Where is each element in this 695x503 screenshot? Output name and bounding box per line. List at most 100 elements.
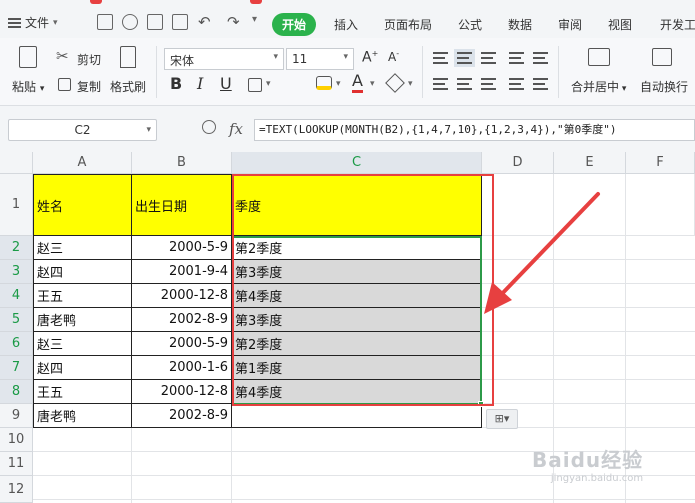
zoom-icon[interactable] [202,120,216,134]
wrap-text-icon[interactable] [652,48,672,66]
align-middle-icon[interactable] [454,49,475,67]
cell-b8[interactable]: 2000-12-8 [132,380,232,404]
wrap-text-button[interactable]: 自动换行 [640,78,688,95]
tab-formulas[interactable]: 公式 [458,16,482,33]
bold-button[interactable]: B [170,74,182,93]
chevron-down-icon[interactable]: ▾ [266,79,271,89]
file-menu[interactable]: 文件 ▾ [8,14,58,31]
chevron-down-icon[interactable]: ▾ [370,79,375,89]
cell-a6[interactable]: 赵三 [33,332,132,356]
tab-home[interactable]: 开始 [272,13,317,36]
font-color-button[interactable]: A [352,72,363,93]
share-icon[interactable] [122,14,138,30]
align-bottom-icon[interactable] [481,52,496,64]
cell-c6[interactable]: 第2季度 [232,332,482,356]
cell-a2[interactable]: 赵三 [33,236,132,260]
tab-view[interactable]: 视图 [608,16,632,33]
column-header-b[interactable]: B [132,152,232,174]
copy-icon[interactable] [58,78,71,91]
column-header-c[interactable]: C [232,152,482,174]
increase-font-button[interactable]: A+ [362,49,378,66]
format-painter-icon[interactable] [120,46,136,68]
print-icon[interactable] [147,14,163,30]
tab-data[interactable]: 数据 [508,16,532,33]
name-box[interactable]: C2 ▾ [8,119,157,141]
align-right-icon[interactable] [481,78,496,90]
align-left-icon[interactable] [433,78,448,90]
cell-c2[interactable]: 第2季度 [232,236,482,260]
column-header-a[interactable]: A [33,152,132,174]
row-header[interactable]: 3 [0,260,33,284]
chevron-down-icon[interactable]: ▾ [336,79,341,89]
cut-button[interactable]: 剪切 [77,51,101,68]
row-header[interactable]: 11 [0,452,33,476]
fill-color-icon[interactable] [316,76,332,90]
eraser-icon[interactable] [385,73,405,93]
cell-a7[interactable]: 赵四 [33,356,132,380]
cell-b7[interactable]: 2000-1-6 [132,356,232,380]
column-header-d[interactable]: D [482,152,554,174]
tab-developer[interactable]: 开发工 [660,16,695,33]
more-icon[interactable]: ▾ [252,14,257,25]
row-header[interactable]: 10 [0,428,33,452]
copy-button[interactable]: 复制 [77,78,101,95]
cell-b2[interactable]: 2000-5-9 [132,236,232,260]
cell-b9[interactable]: 2002-8-9 [132,404,232,428]
cell-a8[interactable]: 王五 [33,380,132,404]
outdent-icon[interactable] [533,52,548,64]
column-header-e[interactable]: E [554,152,626,174]
spreadsheet-grid[interactable]: A B C D E F 1 2 3 4 5 6 7 8 9 10 11 12 姓… [0,152,695,503]
row-header[interactable]: 12 [0,476,33,503]
decrease-font-button[interactable]: A- [388,49,399,64]
row-header[interactable]: 2 [0,236,33,260]
font-size-select[interactable]: 11 ▾ [286,48,354,70]
paste-icon[interactable] [19,46,37,68]
row-header[interactable]: 7 [0,356,33,380]
cell-c9[interactable] [232,404,482,428]
row-header[interactable]: 9 [0,404,33,428]
justify-icon[interactable] [509,78,524,90]
cell[interactable] [626,174,695,236]
cell-b3[interactable]: 2001-9-4 [132,260,232,284]
formula-input[interactable]: =TEXT(LOOKUP(MONTH(B2),{1,4,7,10},{1,2,3… [254,119,695,141]
cell-a5[interactable]: 唐老鸭 [33,308,132,332]
empty-cells[interactable] [33,428,482,503]
borders-icon[interactable] [248,78,262,92]
row-header[interactable]: 4 [0,284,33,308]
paste-options-icon[interactable]: ⊞▾ [486,409,518,429]
cell-c5[interactable]: 第3季度 [232,308,482,332]
select-all-corner[interactable] [0,152,33,174]
cell-a3[interactable]: 赵四 [33,260,132,284]
row-header[interactable]: 5 [0,308,33,332]
cell-a9[interactable]: 唐老鸭 [33,404,132,428]
align-center-icon[interactable] [457,78,472,90]
redo-icon[interactable]: ↷ [227,13,240,31]
format-painter-button[interactable]: 格式刷 [110,78,146,95]
indent-icon[interactable] [509,52,524,64]
cell-a4[interactable]: 王五 [33,284,132,308]
merge-center-icon[interactable] [588,48,610,66]
tab-insert[interactable]: 插入 [334,16,358,33]
cell-c7[interactable]: 第1季度 [232,356,482,380]
cell-a1[interactable]: 姓名 [33,174,132,236]
row-header[interactable]: 1 [0,174,33,236]
row-header[interactable]: 6 [0,332,33,356]
cell-c3[interactable]: 第3季度 [232,260,482,284]
cell-b4[interactable]: 2000-12-8 [132,284,232,308]
cell-c8[interactable]: 第4季度 [232,380,482,404]
cut-icon[interactable]: ✂ [56,47,69,65]
tab-review[interactable]: 审阅 [558,16,582,33]
save-icon[interactable] [97,14,113,30]
undo-icon[interactable]: ↶ [198,13,211,31]
cell-b5[interactable]: 2002-8-9 [132,308,232,332]
row-header[interactable]: 8 [0,380,33,404]
cell-c1[interactable]: 季度 [232,174,482,236]
tab-page-layout[interactable]: 页面布局 [384,16,432,33]
chevron-down-icon[interactable]: ▾ [408,79,413,89]
cell-c4[interactable]: 第4季度 [232,284,482,308]
merge-center-button[interactable]: 合并居中 ▾ [571,78,626,95]
print-preview-icon[interactable] [172,14,188,30]
fill-handle[interactable] [478,401,484,407]
underline-button[interactable]: U [220,74,232,93]
italic-button[interactable]: I [197,74,203,93]
